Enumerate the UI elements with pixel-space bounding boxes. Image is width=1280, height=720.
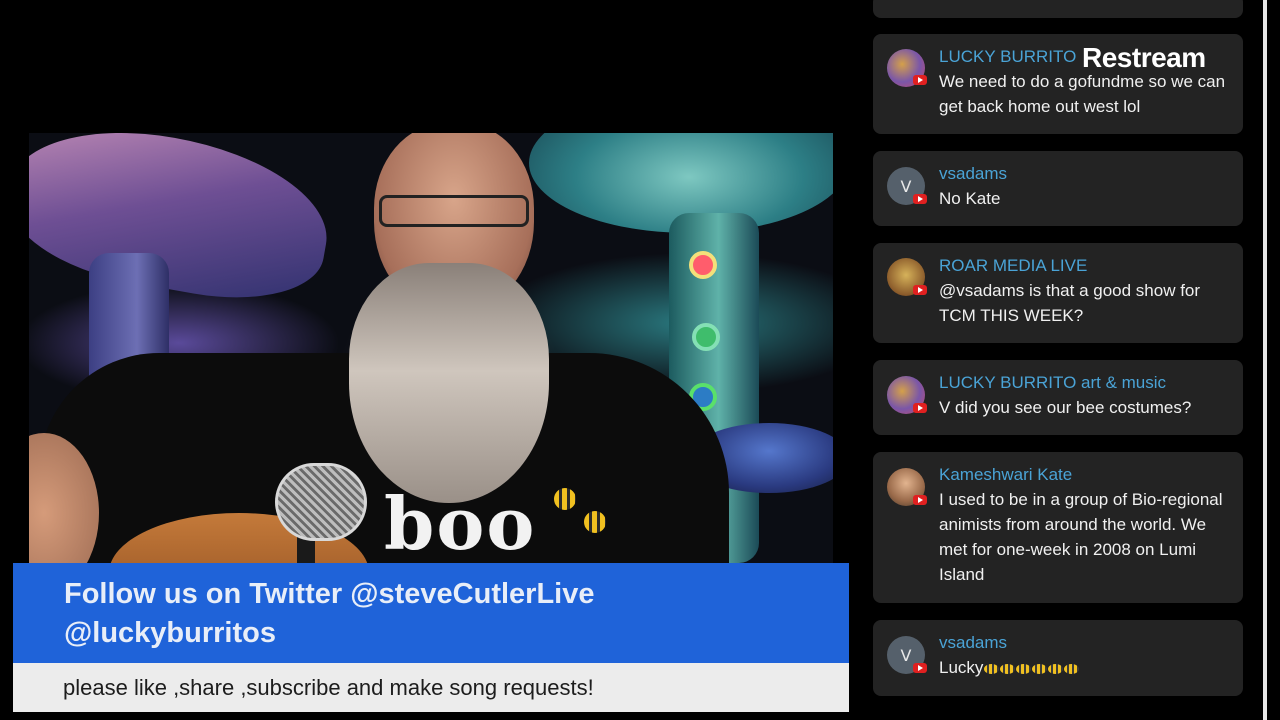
youtube-icon (913, 285, 927, 295)
decor-dot (689, 251, 717, 279)
youtube-icon (913, 194, 927, 204)
bee-icon (584, 511, 606, 533)
chat-author: LUCKY BURRITO (939, 47, 1077, 66)
chat-text: No Kate (939, 189, 1001, 208)
youtube-icon (913, 75, 927, 85)
bee-icon (554, 488, 576, 510)
request-banner: please like ,share ,subscribe and make s… (13, 663, 849, 712)
chat-message: Kameshwari Kate I used to be in a group … (873, 452, 1243, 603)
chat-author: ROAR MEDIA LIVE (939, 256, 1088, 275)
chat-card-partial (873, 0, 1243, 18)
emoji-row (983, 658, 1080, 677)
bee-icon (1000, 663, 1016, 674)
chat-author: vsadams (939, 164, 1008, 183)
bee-icon (1064, 663, 1080, 674)
chat-author: Kameshwari Kate (939, 465, 1073, 484)
chat-text: Lucky (939, 655, 1235, 680)
bee-icon (984, 663, 1000, 674)
chat-panel: LUCKY BURRITO We need to do a gofundme s… (862, 0, 1256, 720)
bee-icon (1016, 663, 1032, 674)
shirt-print-text: boo (384, 481, 537, 563)
microphone-icon (275, 463, 367, 541)
twitter-line-1: Follow us on Twitter @steveCutlerLive (64, 578, 595, 610)
twitter-line-2: @luckyburritos (64, 617, 276, 649)
bee-icon (1048, 663, 1064, 674)
twitter-banner: Follow us on Twitter @steveCutlerLive @l… (13, 563, 849, 663)
chat-text: @vsadams is that a good show for TCM THI… (939, 281, 1201, 325)
decor-dot (692, 323, 720, 351)
chat-message: V vsadams Lucky (873, 620, 1243, 696)
chat-message: V vsadams No Kate (873, 151, 1243, 226)
chat-text: V did you see our bee costumes? (939, 398, 1192, 417)
bee-icon (1032, 663, 1048, 674)
youtube-icon (913, 403, 927, 413)
restream-logo: Restream (1082, 42, 1206, 73)
chat-message: ROAR MEDIA LIVE @vsadams is that a good … (873, 243, 1243, 343)
glasses (379, 195, 529, 227)
chat-author: LUCKY BURRITO art & music (939, 373, 1167, 392)
mushroom-backdrop (29, 133, 340, 315)
chat-text-content: Lucky (939, 658, 984, 677)
chat-author: vsadams (939, 633, 1008, 652)
chat-text: We need to do a gofundme so we can get b… (939, 72, 1226, 116)
performer-beard (349, 263, 549, 503)
video-feed: boo (29, 133, 833, 563)
window-edge (1263, 0, 1267, 720)
chat-message: LUCKY BURRITO art & music V did you see … (873, 360, 1243, 435)
youtube-icon (913, 663, 927, 673)
chat-text: I used to be in a group of Bio-regional … (939, 490, 1223, 584)
youtube-icon (913, 495, 927, 505)
